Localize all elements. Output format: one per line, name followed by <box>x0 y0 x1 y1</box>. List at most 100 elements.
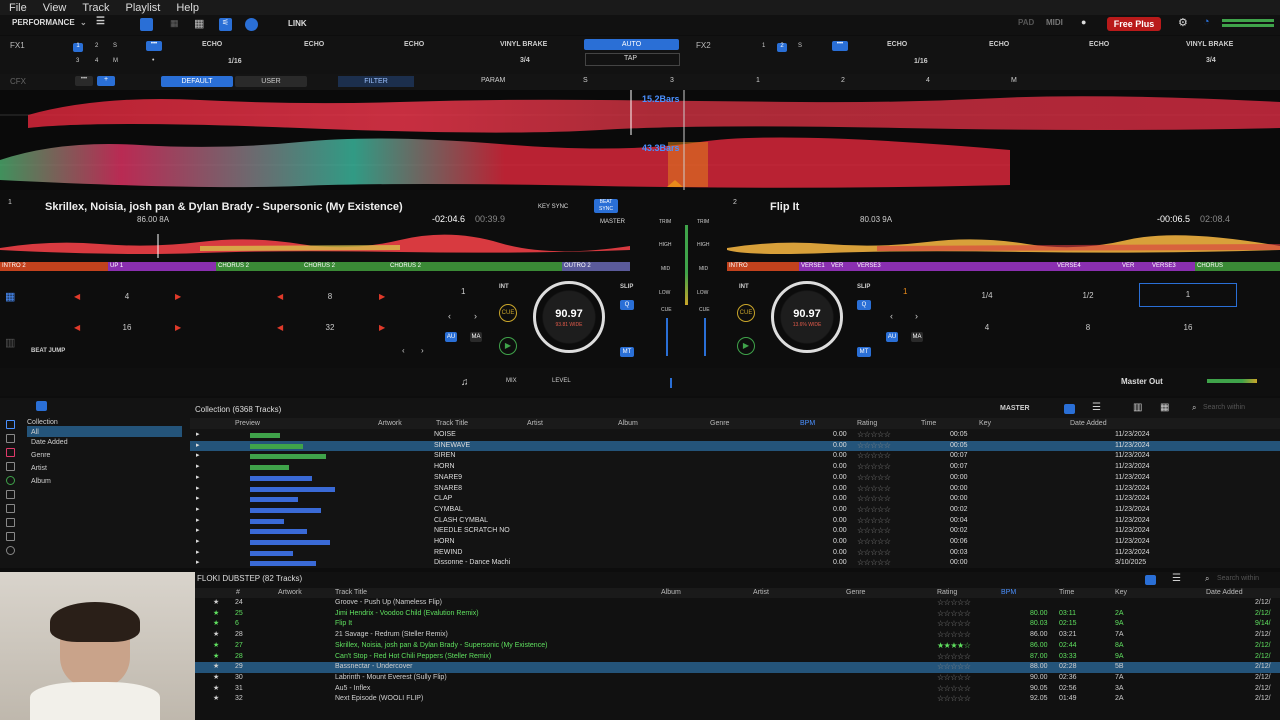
gear-icon[interactable]: ⚙ <box>1178 16 1188 29</box>
table-row[interactable]: ▸ CLAP 0.00 ☆☆☆☆☆ 00:00 11/23/2024 <box>190 494 1280 504</box>
expand-arrow-icon[interactable]: ▸ <box>196 558 200 568</box>
rating-stars[interactable]: ☆☆☆☆☆ <box>857 505 891 515</box>
channel-fader-1[interactable] <box>666 318 668 356</box>
sampler-icon[interactable] <box>6 518 15 527</box>
menu-view[interactable]: View <box>43 2 67 14</box>
deck2-ma-button[interactable]: MA <box>911 332 923 342</box>
menu-help[interactable]: Help <box>176 2 199 14</box>
deck2-segment-ver[interactable]: VER <box>829 262 855 271</box>
jump-back-icon[interactable]: ◀ <box>74 323 80 332</box>
deck2-slip[interactable]: SLIP <box>857 284 870 290</box>
deck1-ma-button[interactable]: MA <box>470 332 482 342</box>
loop-16-pad[interactable]: 16 <box>1176 323 1200 332</box>
deck2-segment-ver-2[interactable]: VER <box>1120 262 1150 271</box>
preview-waveform[interactable] <box>250 497 298 503</box>
mode-select[interactable]: PERFORMANCE <box>12 18 75 27</box>
itunes-icon[interactable] <box>6 448 15 457</box>
expand-arrow-icon[interactable]: ▸ <box>196 537 200 547</box>
beat-jump-select[interactable]: BEAT JUMP <box>31 348 65 354</box>
fx1-slot-4[interactable]: VINYL BRAKE <box>500 41 547 48</box>
list-item[interactable]: ★ 28 21 Savage - Redrum (Steller Remix) ☆☆☆… <box>195 630 1280 641</box>
record-icon[interactable] <box>6 532 15 541</box>
deck2-mt-button[interactable]: MT <box>857 347 871 357</box>
fx1-4[interactable]: 4 <box>95 58 98 64</box>
waveform-area[interactable]: 15.2Bars 43.3Bars <box>0 90 1280 190</box>
deck1-platter[interactable]: 90.97 93.81 WIDE <box>533 281 605 353</box>
fx1-auto-button[interactable]: AUTO <box>584 39 679 50</box>
expand-arrow-icon[interactable]: ▸ <box>196 473 200 483</box>
fx2-menu-button[interactable]: ••• <box>832 41 848 51</box>
pl-col-num[interactable]: # <box>236 589 240 596</box>
rating-stars[interactable]: ☆☆☆☆☆ <box>937 609 971 620</box>
rating-stars[interactable]: ☆☆☆☆☆ <box>857 473 891 483</box>
preview-waveform[interactable] <box>250 443 303 449</box>
list-item[interactable]: ★ 29 Bassnectar - Undercover ☆☆☆☆☆ 88.00 02:2… <box>195 662 1280 673</box>
rating-stars[interactable]: ☆☆☆☆☆ <box>937 673 971 684</box>
crossfader[interactable] <box>670 378 684 388</box>
menu-icon[interactable]: ☰ <box>96 16 105 27</box>
pl-list-view-icon[interactable] <box>1145 575 1156 585</box>
preview-waveform[interactable] <box>250 454 326 460</box>
preview-waveform[interactable] <box>250 475 312 481</box>
deck2-int[interactable]: INT <box>739 284 749 290</box>
col-genre[interactable]: Genre <box>710 420 729 427</box>
col-time[interactable]: Time <box>921 420 936 427</box>
loop-1-2-pad[interactable]: 1/2 <box>1076 291 1100 300</box>
table-row[interactable]: ▸ REWIND 0.00 ☆☆☆☆☆ 00:03 11/23/2024 <box>190 548 1280 558</box>
jump-4-pad[interactable]: 4 <box>120 292 134 301</box>
fx1-menu-button[interactable]: ••• <box>146 41 162 51</box>
jump-back-icon[interactable]: ◀ <box>277 292 283 301</box>
deck2-segment-intro[interactable]: INTRO <box>727 262 799 271</box>
loop-halve-icon[interactable]: ‹ <box>890 311 893 321</box>
star-icon[interactable]: ★ <box>213 641 219 652</box>
record-icon[interactable] <box>245 18 258 31</box>
deck2-q-button[interactable]: Q <box>857 300 871 310</box>
table-row[interactable]: ▸ HORN 0.00 ☆☆☆☆☆ 00:06 11/23/2024 <box>190 537 1280 547</box>
grid-icon[interactable]: ▦ <box>170 18 179 29</box>
table-row[interactable]: ▸ Dissonne - Dance Machi 0.00 ☆☆☆☆☆ 00:00 3/1… <box>190 558 1280 568</box>
channel-fader-2[interactable] <box>704 318 706 356</box>
rating-stars[interactable]: ☆☆☆☆☆ <box>937 694 971 705</box>
spotify-icon[interactable] <box>6 476 15 485</box>
fx1-slot-3[interactable]: ECHO <box>404 41 424 48</box>
grid-view-icon[interactable]: ▦ <box>1160 402 1169 413</box>
list-item[interactable]: ★ 31 Au5 - Inflex ☆☆☆☆☆ 90.05 02:56 3A 2/12/ <box>195 684 1280 695</box>
deck1-mt-button[interactable]: MT <box>620 347 634 357</box>
layout-icon[interactable] <box>140 18 153 31</box>
list-item[interactable]: ★ 30 Labrinth - Mount Everest (Sully Flip)… <box>195 673 1280 684</box>
cfx-menu-button[interactable]: ••• <box>75 76 93 86</box>
list-item[interactable]: ★ 28 Can't Stop - Red Hot Chili Peppers (S… <box>195 652 1280 663</box>
table-row[interactable]: ▸ SINEWAVE 0.00 ☆☆☆☆☆ 00:05 11/23/2024 <box>190 440 1280 451</box>
history-icon[interactable] <box>6 504 15 513</box>
page-prev-icon[interactable]: ‹ <box>402 346 405 355</box>
tree-artist[interactable]: Artist <box>31 465 47 472</box>
menu-file[interactable]: File <box>9 2 27 14</box>
table-row[interactable]: ▸ SNARE8 0.00 ☆☆☆☆☆ 00:00 11/23/2024 <box>190 484 1280 494</box>
table-row[interactable]: ▸ SIREN 0.00 ☆☆☆☆☆ 00:07 11/23/2024 <box>190 451 1280 461</box>
rating-stars[interactable]: ☆☆☆☆☆ <box>857 537 891 547</box>
pad-mode-icon-2[interactable]: ▥ <box>5 336 15 349</box>
mixer-cue-2[interactable]: CUE <box>699 307 710 313</box>
deck1-cue-button[interactable]: CUE <box>499 304 517 322</box>
list-item[interactable]: ★ 24 Groove - Push Up (Nameless Flip) ☆☆☆☆☆… <box>195 598 1280 609</box>
fx1-m[interactable]: M <box>113 58 118 64</box>
menu-track[interactable]: Track <box>82 2 109 14</box>
collection-icon[interactable] <box>36 401 47 411</box>
master-button[interactable]: MASTER <box>600 219 625 225</box>
fx2-deck1-button[interactable]: 1 <box>762 43 765 49</box>
rating-stars[interactable]: ☆☆☆☆☆ <box>857 516 891 526</box>
pl-col-artist[interactable]: Artist <box>753 589 769 596</box>
cfx-filter-button[interactable]: FILTER <box>338 76 414 87</box>
pad-mode-icon[interactable]: ▦ <box>5 290 15 303</box>
expand-arrow-icon[interactable]: ▸ <box>196 526 200 536</box>
star-icon[interactable]: ★ <box>213 598 219 609</box>
deck2-segment-verse3[interactable]: VERSE3 <box>855 262 1055 271</box>
expand-arrow-icon[interactable]: ▸ <box>196 548 200 558</box>
rating-stars[interactable]: ☆☆☆☆☆ <box>857 484 891 494</box>
preview-waveform[interactable] <box>250 507 321 513</box>
expand-arrow-icon[interactable]: ▸ <box>196 505 200 515</box>
rating-stars[interactable]: ☆☆☆☆☆ <box>937 619 971 630</box>
rating-stars[interactable]: ☆☆☆☆☆ <box>937 652 971 663</box>
tree-date-added[interactable]: Date Added <box>31 439 68 446</box>
expand-arrow-icon[interactable]: ▸ <box>196 462 200 472</box>
